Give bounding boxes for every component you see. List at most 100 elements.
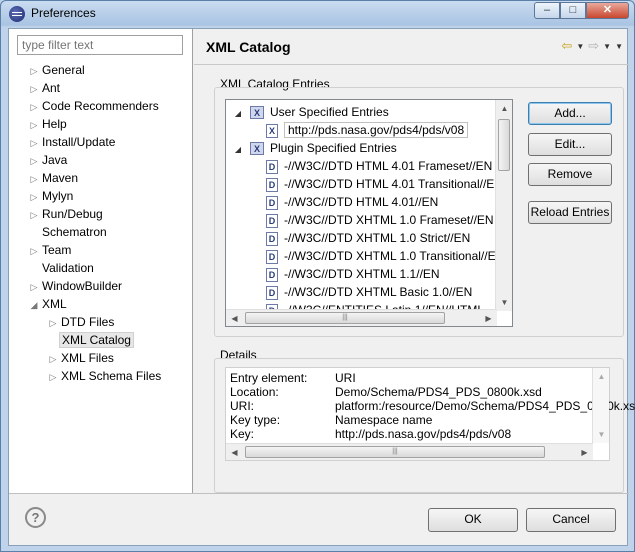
forward-arrow-icon[interactable]: ⇨ <box>588 38 599 54</box>
expand-toggle-icon[interactable]: ▷ <box>28 278 40 296</box>
details-scroll-right-icon[interactable]: ▶ <box>576 444 593 461</box>
expand-toggle-icon[interactable]: ▷ <box>28 170 40 188</box>
tree-item[interactable]: ▷ Install/Update <box>28 133 117 151</box>
window-controls: – □ ✕ <box>534 2 629 19</box>
preference-page: XML Catalog ⇦ ▼ ⇨ ▼ ▼ XML Catalog Entrie… <box>194 29 635 493</box>
tree-item-label: XML Schema Files <box>61 369 162 383</box>
scroll-left-icon[interactable]: ◀ <box>226 310 243 326</box>
tree-item[interactable]: ▷ Java <box>28 151 69 169</box>
scroll-down-icon[interactable]: ▼ <box>496 294 512 311</box>
back-arrow-icon[interactable]: ⇦ <box>561 38 572 54</box>
reload-entries-button[interactable]: Reload Entries <box>528 201 612 224</box>
filter-input[interactable] <box>17 35 183 55</box>
expand-toggle-icon[interactable]: ▷ <box>28 134 40 152</box>
expand-toggle-icon[interactable]: ▷ <box>28 116 40 134</box>
tree-item[interactable]: ▷ Ant <box>28 79 62 97</box>
tree-item[interactable]: ▷ Mylyn <box>28 187 75 205</box>
detail-value: platform:/resource/Demo/Schema/PDS4_PDS_… <box>335 399 635 413</box>
minimize-button[interactable]: – <box>534 2 560 19</box>
catalog-entry-row[interactable]: D -//W3C//DTD XHTML 1.0 Frameset//EN <box>266 211 494 229</box>
remove-button[interactable]: Remove <box>528 163 612 186</box>
expand-toggle-icon[interactable]: ▷ <box>28 98 40 116</box>
catalog-entries-tree[interactable]: ◢ X User Specified Entries Xhttp://pds.nasa… <box>225 99 513 327</box>
tree-item-label: DTD Files <box>61 315 115 329</box>
back-dropdown-icon[interactable]: ▼ <box>576 42 584 51</box>
catalog-entry-row[interactable]: Xhttp://pds.nasa.gov/pds4/pds/v08 <box>266 121 469 139</box>
catalog-entry-row[interactable]: D -//W3C//DTD XHTML 1.1//EN <box>266 265 440 283</box>
close-button[interactable]: ✕ <box>586 2 629 19</box>
title-bar[interactable]: Preferences – □ ✕ <box>1 1 634 27</box>
detail-key: Key: <box>230 427 255 441</box>
tree-item-label: Validation <box>42 261 94 275</box>
tree-item[interactable]: ▷ XML Files <box>47 349 116 367</box>
expand-toggle-icon[interactable]: ▷ <box>28 242 40 260</box>
entries-vertical-scrollbar[interactable]: ▲ ▼ <box>495 100 512 311</box>
collapse-toggle-icon[interactable]: ◢ <box>232 141 244 159</box>
expand-toggle-icon[interactable]: ▷ <box>47 314 59 332</box>
title-divider <box>194 64 629 65</box>
dialog-body: ▷General▷Ant▷Code Recommenders▷Help▷Inst… <box>8 28 635 546</box>
tree-item[interactable]: ▷ XML Schema Files <box>47 367 163 385</box>
catalog-entry-label: -//W3C//DTD HTML 4.01 Frameset//EN <box>284 159 493 173</box>
catalog-group-row[interactable]: ◢ X Plugin Specified Entries <box>232 139 397 157</box>
catalog-entry-row[interactable]: D -//W3C//DTD HTML 4.01 Transitional//EN <box>266 175 503 193</box>
details-vertical-scrollbar[interactable]: ▲ ▼ <box>592 368 609 443</box>
tree-item[interactable]: ▷ Help <box>28 115 69 133</box>
details-scroll-up-icon[interactable]: ▲ <box>593 368 610 385</box>
details-panel[interactable]: Entry element: URI Location: Demo/Schema/PD… <box>225 367 635 461</box>
catalog-entry-label: -//W3C//DTD XHTML 1.0 Frameset//EN <box>284 213 494 227</box>
tree-item[interactable]: Schematron <box>28 223 109 241</box>
expand-toggle-icon[interactable]: ◢ <box>28 296 40 314</box>
xml-catalog-icon: X <box>250 142 264 156</box>
entries-hscroll-thumb[interactable]: ||| <box>245 312 445 324</box>
cancel-button[interactable]: Cancel <box>526 508 616 532</box>
catalog-entry-row[interactable]: D -//W3C//DTD HTML 4.01//EN <box>266 193 438 211</box>
help-icon[interactable]: ? <box>25 507 46 528</box>
tree-item[interactable]: Validation <box>28 259 96 277</box>
dtd-file-icon: D <box>266 249 278 264</box>
ok-button[interactable]: OK <box>428 508 518 532</box>
tree-item[interactable]: ▷ Run/Debug <box>28 205 105 223</box>
details-scroll-left-icon[interactable]: ◀ <box>226 444 243 461</box>
tree-item[interactable]: ▷ Team <box>28 241 73 259</box>
entries-vscroll-thumb[interactable] <box>498 119 510 171</box>
expand-toggle-icon[interactable]: ▷ <box>47 368 59 386</box>
tree-item[interactable]: ▷ WindowBuilder <box>28 277 124 295</box>
tree-item[interactable]: ▷ Maven <box>28 169 80 187</box>
collapse-toggle-icon[interactable]: ◢ <box>232 105 244 123</box>
catalog-group-row[interactable]: ◢ X User Specified Entries <box>232 103 389 121</box>
expand-toggle-icon[interactable]: ▷ <box>28 188 40 206</box>
details-horizontal-scrollbar[interactable]: ◀ ||| ▶ <box>226 443 593 460</box>
tree-item[interactable]: ▷ Code Recommenders <box>28 97 161 115</box>
page-title: XML Catalog <box>206 39 291 55</box>
catalog-entry-row[interactable]: D -//W3C//DTD XHTML 1.0 Strict//EN <box>266 229 470 247</box>
tree-item[interactable]: ◢ XML <box>28 295 69 313</box>
expand-toggle-icon[interactable]: ▷ <box>28 206 40 224</box>
expand-toggle-icon[interactable]: ▷ <box>28 62 40 80</box>
tree-item-label: XML <box>42 297 67 311</box>
tree-item-label: Code Recommenders <box>42 99 159 113</box>
tree-item[interactable]: ▷ General <box>28 61 87 79</box>
edit-button[interactable]: Edit... <box>528 133 612 156</box>
view-menu-icon[interactable]: ▼ <box>615 42 623 51</box>
dtd-file-icon: D <box>266 267 278 282</box>
scroll-up-icon[interactable]: ▲ <box>496 100 512 117</box>
forward-dropdown-icon[interactable]: ▼ <box>603 42 611 51</box>
detail-row: Location: Demo/Schema/PDS4_PDS_0800k.xsd <box>230 385 590 400</box>
scroll-right-icon[interactable]: ▶ <box>480 310 497 326</box>
details-hscroll-thumb[interactable]: ||| <box>245 446 545 458</box>
detail-row: Entry element: URI <box>230 371 590 386</box>
add-button[interactable]: Add... <box>528 102 612 125</box>
entries-horizontal-scrollbar[interactable]: ◀ ||| ▶ <box>226 309 497 326</box>
tree-item[interactable]: XML Catalog <box>47 331 134 349</box>
expand-toggle-icon[interactable]: ▷ <box>47 350 59 368</box>
catalog-entry-row[interactable]: D -//W3C//DTD XHTML Basic 1.0//EN <box>266 283 472 301</box>
maximize-button[interactable]: □ <box>560 2 586 19</box>
expand-toggle-icon[interactable]: ▷ <box>28 152 40 170</box>
tree-item[interactable]: ▷ DTD Files <box>47 313 116 331</box>
catalog-entry-row[interactable]: D -//W3C//DTD HTML 4.01 Frameset//EN <box>266 157 492 175</box>
details-scroll-down-icon[interactable]: ▼ <box>593 426 610 443</box>
expand-toggle-icon[interactable]: ▷ <box>28 80 40 98</box>
catalog-entry-row[interactable]: D -//W3C//DTD XHTML 1.0 Transitional//EN <box>266 247 504 265</box>
catalog-entry-label: Plugin Specified Entries <box>270 141 397 155</box>
